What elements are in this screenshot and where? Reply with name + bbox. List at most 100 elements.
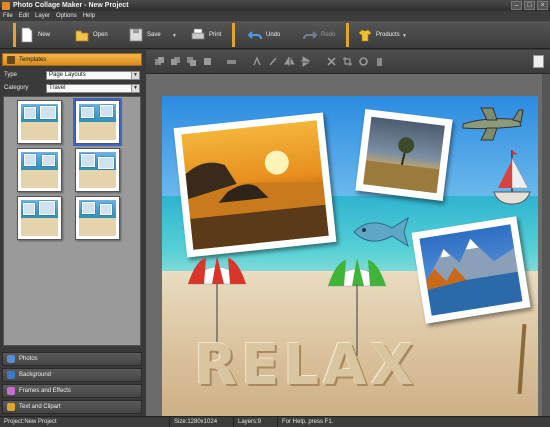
chevron-down-icon: ▼ (131, 71, 139, 79)
save-button[interactable]: Save (129, 25, 161, 45)
open-button[interactable]: Open (75, 25, 108, 45)
delete-icon[interactable] (326, 56, 337, 67)
folder-open-icon (75, 30, 89, 42)
status-layers: Layers:9 (234, 416, 278, 427)
products-dropdown-arrow-icon[interactable]: ▼ (402, 33, 407, 39)
fish-clipart (353, 216, 409, 248)
photo-frame-tree[interactable] (355, 108, 453, 202)
templates-section-header[interactable]: Templates (2, 53, 142, 66)
template-thumbnail[interactable] (75, 148, 120, 192)
flip-vertical-icon[interactable] (300, 56, 311, 67)
template-thumbnail[interactable] (75, 196, 120, 240)
crop-icon[interactable] (342, 56, 353, 67)
tshirt-icon (358, 29, 372, 42)
status-size: Size:1280x1024 (170, 416, 234, 427)
undo-button-label: Undo (266, 32, 281, 38)
sunset-bay-image (185, 150, 329, 250)
photos-section[interactable]: Photos (2, 352, 142, 366)
send-to-back-icon[interactable] (202, 56, 213, 67)
toolbar-separator (346, 23, 349, 47)
status-bar: Project:New Project Size:1280x1024 Layer… (0, 416, 550, 427)
menu-edit[interactable]: Edit (19, 13, 29, 19)
toolbar-separator (232, 23, 235, 47)
sand-writing-text: RELAX (194, 333, 418, 398)
category-row: Category Travel ▼ (4, 83, 142, 93)
minimize-button[interactable]: – (511, 1, 522, 10)
type-select[interactable]: Page Layouts ▼ (46, 70, 140, 80)
airplane-clipart (462, 107, 524, 141)
title-bar: Photo Collage Maker - New Project – □ × (0, 0, 550, 11)
photo-frame-mountains[interactable] (411, 216, 531, 324)
menu-file[interactable]: File (3, 13, 13, 19)
lone-tree-image (363, 137, 440, 194)
type-row: Type Page Layouts ▼ (4, 70, 142, 80)
new-button[interactable]: New (20, 25, 50, 45)
lock-icon[interactable] (374, 56, 385, 67)
collage-canvas[interactable]: RELAX (162, 96, 538, 416)
template-thumbnail-selected[interactable] (73, 98, 122, 146)
canvas-workspace: RELAX (146, 50, 550, 416)
menu-options[interactable]: Options (56, 13, 77, 19)
products-button-label: Products (376, 32, 400, 38)
status-project: Project:New Project (0, 416, 170, 427)
rotate-right-icon[interactable] (268, 56, 279, 67)
alpine-lake-image (426, 238, 523, 316)
new-button-label: New (38, 32, 51, 38)
frames-effects-section-label: Frames and Effects (19, 388, 71, 394)
window-controls: – □ × (511, 1, 548, 10)
category-select-value: Travel (49, 84, 66, 91)
category-select[interactable]: Travel ▼ (46, 83, 140, 93)
send-backward-icon[interactable] (170, 56, 181, 67)
text-clipart-section-label: Text and Clipart (19, 404, 61, 410)
menu-help[interactable]: Help (83, 13, 95, 19)
menu-bar: File Edit Layer Options Help (0, 11, 550, 21)
category-label: Category (4, 85, 29, 91)
app-icon (2, 1, 10, 10)
photos-section-label: Photos (19, 356, 38, 362)
save-button-label: Save (147, 32, 161, 38)
menu-layer[interactable]: Layer (35, 13, 50, 19)
vertical-scrollbar[interactable] (542, 74, 550, 416)
frames-effects-section[interactable]: Frames and Effects (2, 384, 142, 398)
templates-header-label: Templates (19, 56, 47, 63)
type-select-value: Page Layouts (49, 71, 86, 78)
print-button[interactable]: Print (191, 25, 221, 45)
undo-arrow-icon (248, 31, 262, 40)
redo-arrow-icon (303, 31, 317, 40)
products-button[interactable]: Products (358, 25, 400, 45)
canvas-toolbar (146, 50, 550, 74)
redo-button[interactable]: Redo (303, 25, 335, 45)
align-icon[interactable] (226, 56, 237, 67)
main-toolbar: New Open Save ▼ Print Undo Redo Products (0, 21, 550, 49)
background-section[interactable]: Background (2, 368, 142, 382)
text-clipart-section[interactable]: Text and Clipart (2, 400, 142, 414)
undo-button[interactable]: Undo (248, 25, 280, 45)
maximize-button[interactable]: □ (524, 1, 535, 10)
print-button-label: Print (209, 32, 222, 38)
close-button[interactable]: × (537, 1, 548, 10)
template-gallery (3, 96, 141, 346)
window-title: Photo Collage Maker - New Project (13, 2, 129, 9)
template-thumbnail[interactable] (17, 196, 62, 240)
page-properties-icon[interactable] (533, 55, 544, 68)
flip-horizontal-icon[interactable] (284, 56, 295, 67)
frames-effects-icon (7, 387, 15, 395)
photos-icon (7, 355, 15, 363)
save-dropdown-arrow-icon[interactable]: ▼ (172, 33, 177, 39)
open-button-label: Open (93, 32, 108, 38)
text-clipart-icon (7, 403, 15, 411)
chevron-down-icon: ▼ (131, 84, 139, 92)
bring-to-front-icon[interactable] (186, 56, 197, 67)
rotate-left-icon[interactable] (252, 56, 263, 67)
template-thumbnail[interactable] (17, 148, 62, 192)
status-help: For Help, press F1. (282, 418, 334, 425)
background-section-label: Background (19, 372, 52, 378)
templates-icon (7, 55, 15, 64)
bring-forward-icon[interactable] (154, 56, 165, 67)
photo-frame-sunset[interactable] (173, 112, 337, 258)
settings-gear-icon[interactable] (358, 56, 369, 67)
type-label: Type (4, 72, 18, 78)
template-thumbnail[interactable] (17, 100, 62, 144)
sailboat-clipart (493, 150, 531, 205)
printer-icon (191, 28, 205, 40)
